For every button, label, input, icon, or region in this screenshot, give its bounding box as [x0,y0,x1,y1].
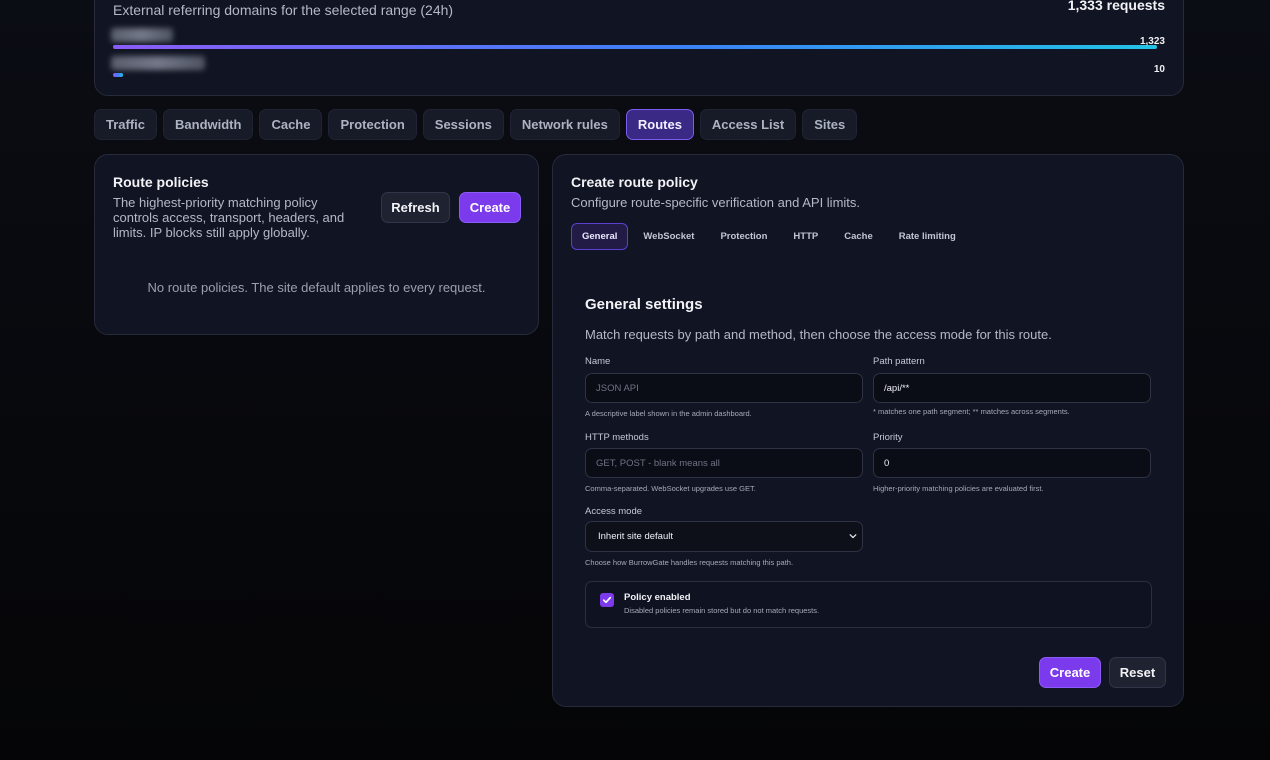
referrer-count: 10 [1153,64,1165,75]
empty-state-text: No route policies. The site default appl… [147,280,486,295]
tab-network-rules[interactable]: Network rules [509,109,620,140]
referrer-bar [113,73,123,77]
priority-value: 0 [884,457,890,469]
subtab-http[interactable]: HTTP [782,223,829,250]
section-subtitle: Match requests by path and method, then … [585,327,1052,342]
tab-protection[interactable]: Protection [328,109,417,140]
chevron-down-icon [849,534,857,539]
access-mode-label: Access mode [585,506,643,517]
create-button[interactable]: Create [1039,657,1101,688]
subtab-websocket[interactable]: WebSocket [632,223,705,250]
create-policy-title: Create route policy [571,174,698,190]
name-help: A descriptive label shown in the admin d… [585,409,752,418]
access-mode-select[interactable]: Inherit site default [585,521,863,552]
subtab-general[interactable]: General [571,223,629,250]
subtab-rate-limiting[interactable]: Rate limiting [888,223,967,250]
reset-button[interactable]: Reset [1109,657,1166,688]
referrer-row[interactable]: 1,323 [111,27,1165,51]
section-title: General settings [585,296,703,313]
policy-enabled-toggle[interactable]: Policy enabled Disabled policies remain … [585,581,1152,628]
referrers-card: External referring domains for the selec… [94,0,1184,96]
tab-traffic[interactable]: Traffic [94,109,158,140]
name-placeholder: JSON API [596,382,639,394]
route-policies-card: Route policies The highest-priority matc… [94,154,539,335]
priority-help: Higher-priority matching policies are ev… [873,484,1044,493]
referrer-domain-redacted [111,56,205,70]
subtab-cache[interactable]: Cache [833,223,884,250]
referrer-count: 1,323 [1139,36,1165,47]
route-policies-title: Route policies [113,174,209,190]
path-label: Path pattern [873,356,925,367]
access-mode-value: Inherit site default [598,531,673,542]
create-policy-card: Create route policy Configure route-spec… [552,154,1184,707]
path-help: * matches one path segment; ** matches a… [873,407,1070,416]
tab-sites[interactable]: Sites [802,109,858,140]
create-policy-subtitle: Configure route-specific verification an… [571,195,861,210]
tab-bandwidth[interactable]: Bandwidth [163,109,254,140]
priority-label: Priority [873,432,903,443]
policy-enabled-description: Disabled policies remain stored but do n… [624,606,820,615]
tab-cache[interactable]: Cache [259,109,323,140]
policy-enabled-title: Policy enabled [624,592,691,603]
path-pattern-input[interactable]: /api/** [873,373,1151,403]
methods-label: HTTP methods [585,432,649,443]
referrer-bar [113,45,1157,49]
path-pattern-value: /api/** [884,382,910,394]
main-tabs: Traffic Bandwidth Cache Protection Sessi… [94,109,858,140]
referrers-total: 1,333 requests [1067,0,1165,13]
priority-input[interactable]: 0 [873,448,1151,478]
create-policy-button[interactable]: Create [459,192,521,223]
http-methods-input[interactable]: GET, POST - blank means all [585,448,863,478]
http-methods-placeholder: GET, POST - blank means all [596,457,720,469]
policy-enabled-checkbox[interactable] [600,593,614,607]
check-icon [602,596,612,604]
access-mode-help: Choose how BurrowGate handles requests m… [585,558,794,567]
name-input[interactable]: JSON API [585,373,863,403]
refresh-button[interactable]: Refresh [381,192,450,223]
subtab-protection[interactable]: Protection [709,223,778,250]
name-label: Name [585,356,611,367]
tab-sessions[interactable]: Sessions [422,109,504,140]
referrers-subtitle: External referring domains for the selec… [113,2,454,18]
route-policies-description: The highest-priority matching policy con… [113,195,345,240]
policy-subtabs: General WebSocket Protection HTTP Cache … [571,223,971,250]
tab-access-list[interactable]: Access List [699,109,797,140]
tab-routes[interactable]: Routes [625,109,694,140]
referrer-domain-redacted [111,28,173,42]
referrer-row[interactable]: 10 [111,55,1165,79]
methods-help: Comma-separated. WebSocket upgrades use … [585,484,756,493]
